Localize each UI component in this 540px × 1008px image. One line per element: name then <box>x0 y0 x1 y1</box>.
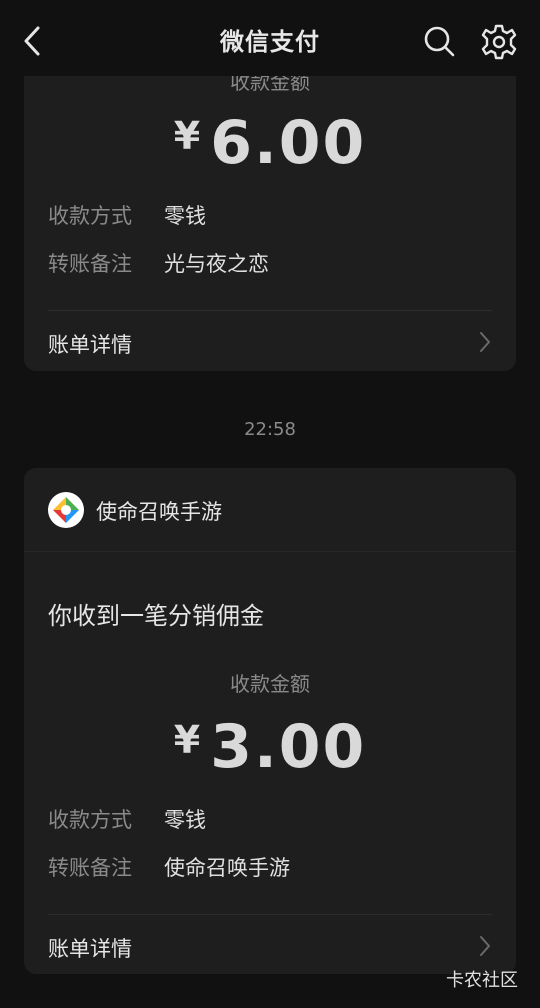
page-title: 微信支付 <box>220 28 320 56</box>
gear-icon[interactable] <box>479 22 519 62</box>
payment-method-label: 收款方式 <box>48 808 132 832</box>
amount-label: 收款金额 <box>230 672 310 696</box>
bill-details-link[interactable]: 账单详情 <box>24 915 516 974</box>
amount-value: 6.00 <box>210 108 367 178</box>
chevron-right-icon <box>480 332 490 352</box>
bill-details-label: 账单详情 <box>48 937 132 961</box>
payment-method-label: 收款方式 <box>48 204 132 228</box>
transfer-note-value: 光与夜之恋 <box>164 252 269 276</box>
amount-display: ¥3.00 <box>24 712 516 782</box>
transfer-note-label: 转账备注 <box>48 252 132 276</box>
payment-card-2: 使命召唤手游 你收到一笔分销佣金 收款金额 ¥3.00 收款方式 零钱 转账备注… <box>24 468 516 974</box>
bill-details-link[interactable]: 账单详情 <box>24 311 516 371</box>
divider <box>24 551 516 552</box>
app-logo-icon <box>48 492 84 528</box>
amount-display: ¥6.00 <box>24 108 516 178</box>
app-name: 使命召唤手游 <box>96 500 222 524</box>
payment-method-value: 零钱 <box>164 204 206 228</box>
timestamp: 22:58 <box>244 419 296 440</box>
currency-symbol: ¥ <box>173 114 201 158</box>
payment-card-1: 收款金额 ¥6.00 收款方式 零钱 转账备注 光与夜之恋 账单详情 <box>24 40 516 371</box>
transfer-note-value: 使命召唤手游 <box>164 856 290 880</box>
bill-details-label: 账单详情 <box>48 333 132 357</box>
search-icon[interactable] <box>420 22 458 60</box>
transfer-note-label: 转账备注 <box>48 856 132 880</box>
currency-symbol: ¥ <box>173 718 201 762</box>
watermark: 卡农社区 <box>446 970 518 991</box>
message-title: 你收到一笔分销佣金 <box>48 602 264 630</box>
navigation-bar: 微信支付 <box>0 0 540 76</box>
payment-method-value: 零钱 <box>164 808 206 832</box>
amount-value: 3.00 <box>210 712 367 782</box>
app-header[interactable]: 使命召唤手游 <box>24 468 516 551</box>
chevron-right-icon <box>480 936 490 956</box>
